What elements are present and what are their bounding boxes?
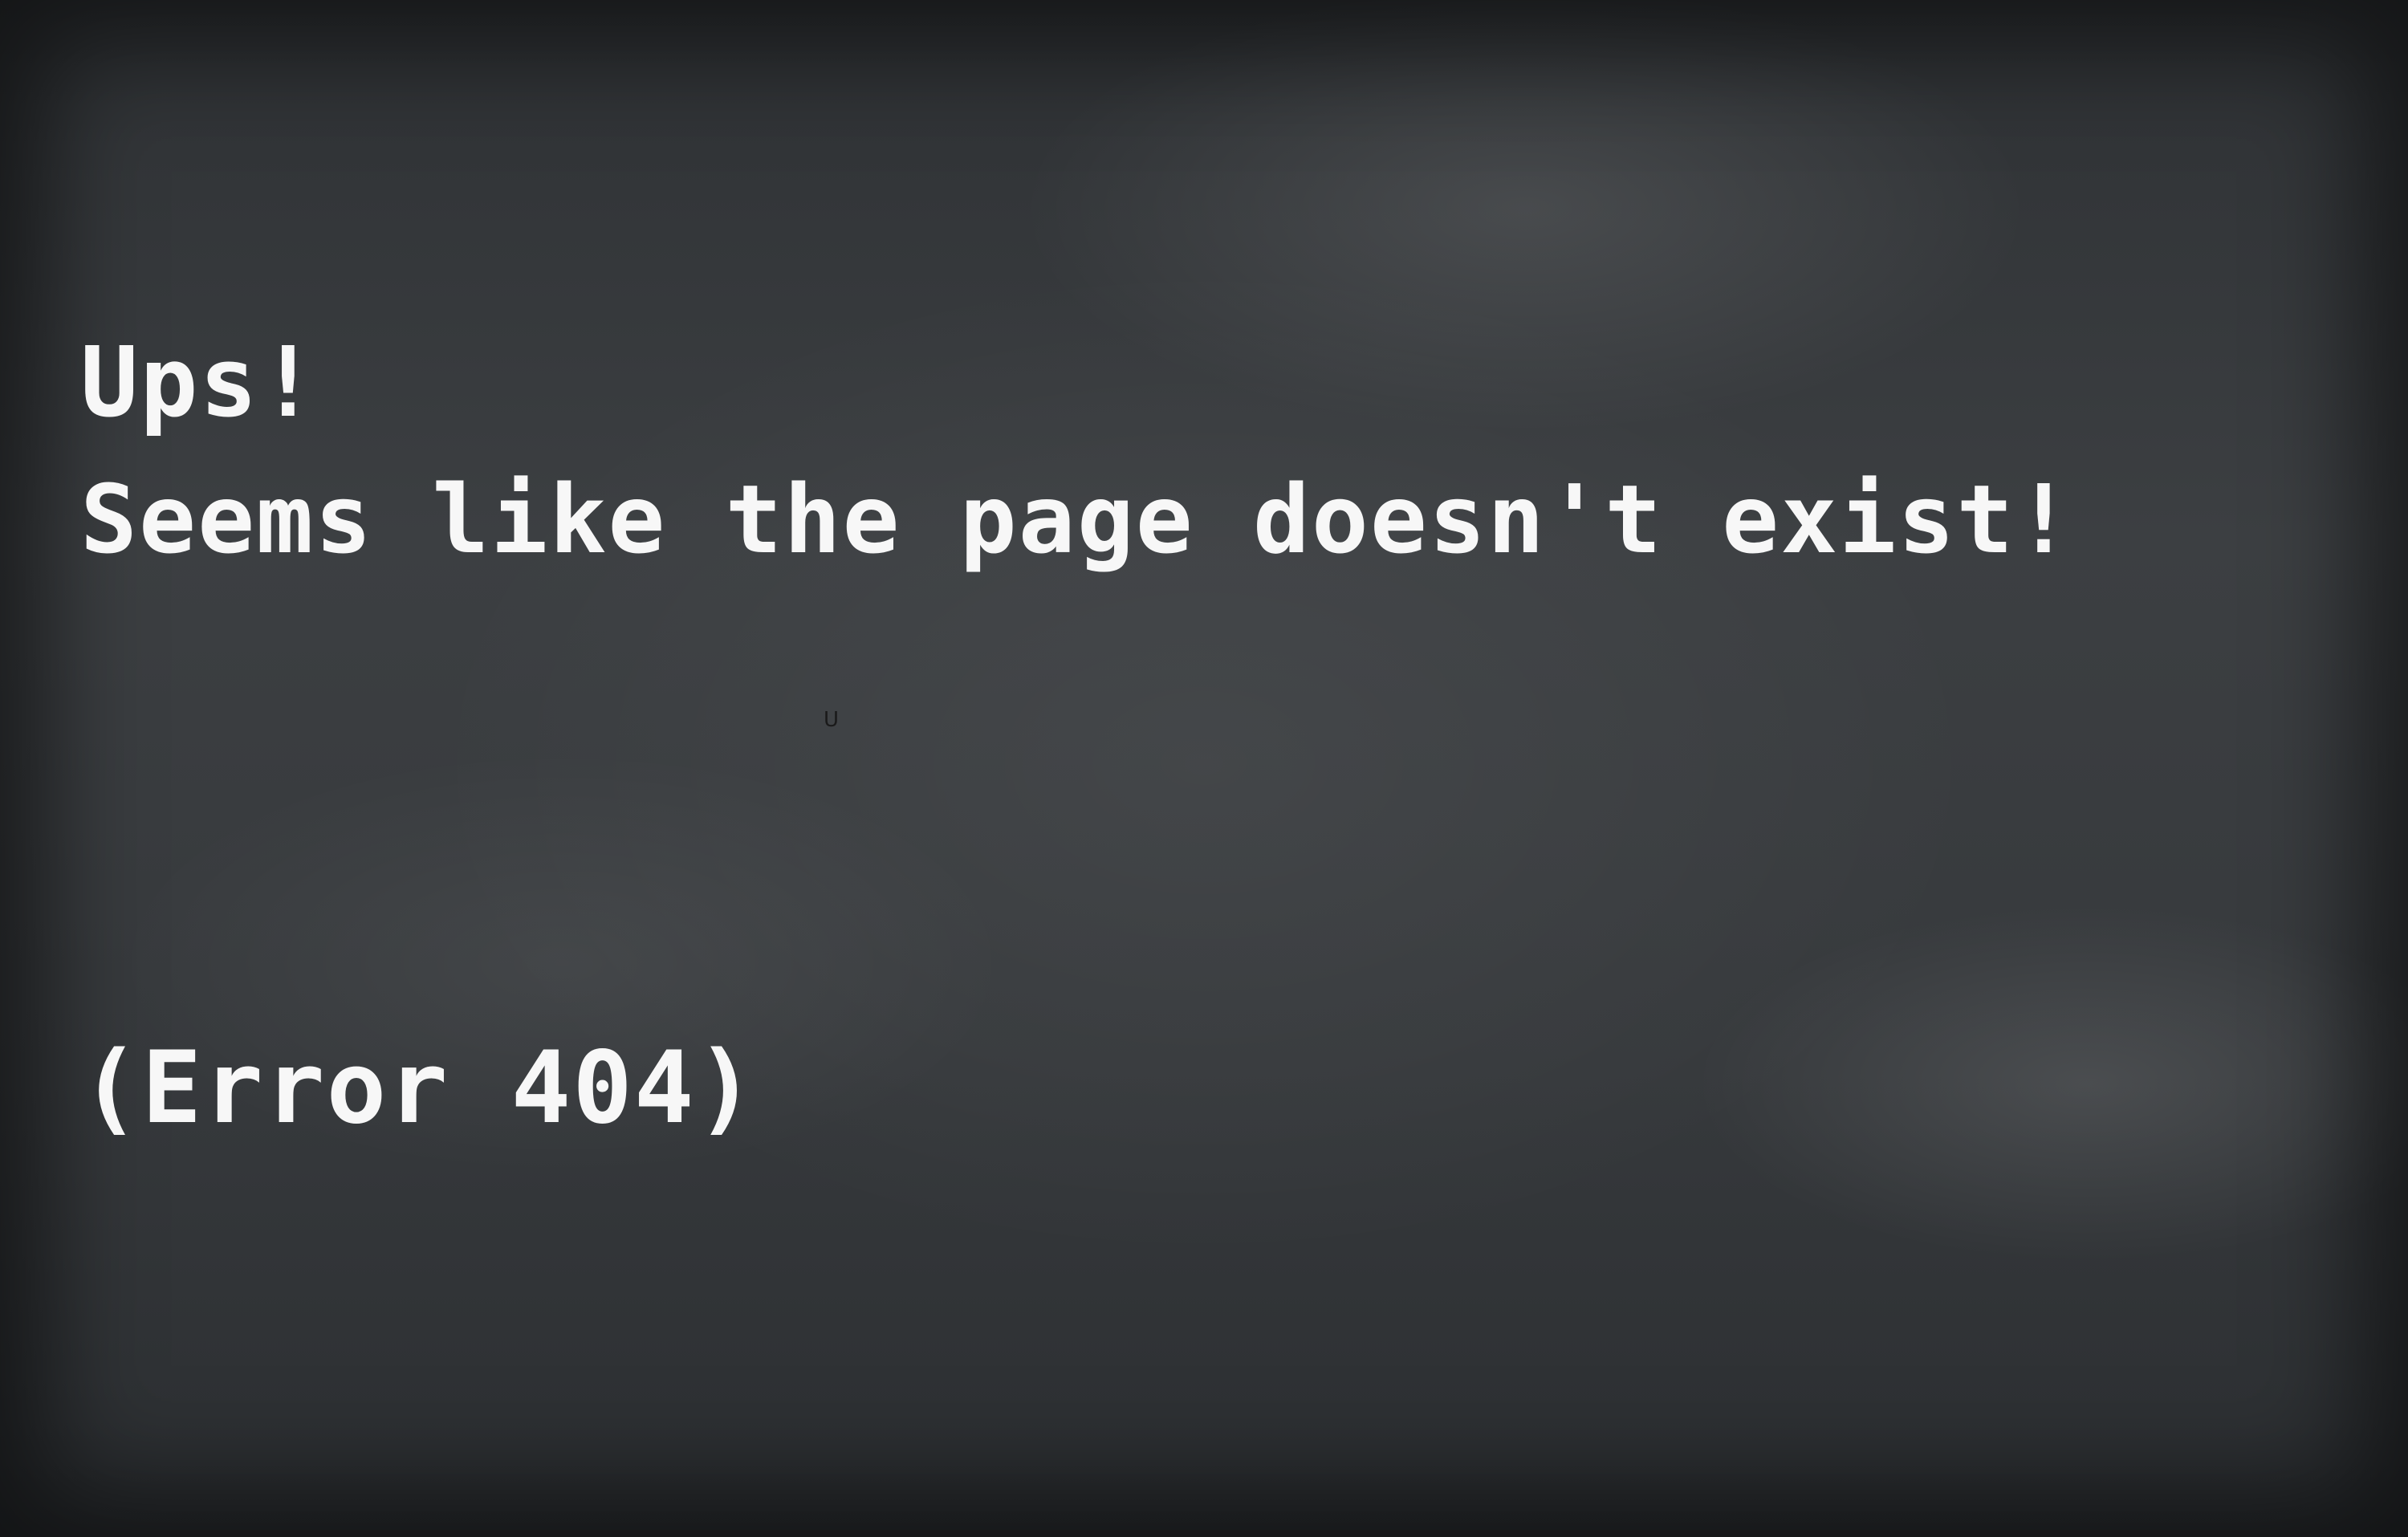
chalkboard-background [0,0,2408,1537]
error-code: (Error 404) [80,1031,758,1146]
error-heading: Ups! [80,327,319,439]
error-message: Seems like the page doesn't exist! [80,464,2074,575]
stray-character: U [824,708,840,732]
